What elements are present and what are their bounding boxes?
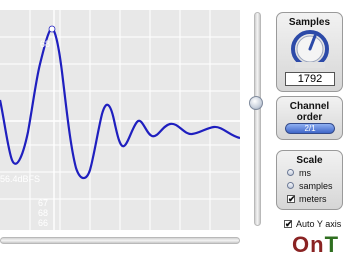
channel-order-title: Channel order	[289, 101, 330, 123]
level-label: 56.4dBFS	[0, 174, 40, 184]
logo-text-t: T	[324, 232, 340, 257]
channel-order-panel: Channel order 2/1	[276, 96, 343, 140]
waveform-svg: 68 56.4dBFS 67 68 66	[0, 10, 240, 230]
waveform-plot[interactable]: 68 56.4dBFS 67 68 66	[0, 10, 240, 230]
samples-title: Samples	[288, 17, 331, 28]
bottom-label-1: 67	[38, 198, 48, 208]
checkmark-meters-icon[interactable]: ✔	[287, 194, 296, 203]
auto-y-axis-toggle[interactable]: ✔ Auto Y axis	[284, 218, 341, 230]
logo-text-on: On	[292, 232, 325, 257]
scale-option-meters-label: meters	[299, 194, 327, 204]
auto-y-checkbox-icon[interactable]: ✔	[284, 219, 293, 228]
radio-samples-icon[interactable]	[287, 182, 294, 190]
samples-panel: Samples 1792	[276, 12, 343, 92]
scale-option-samples[interactable]: samples	[287, 180, 333, 192]
scale-title: Scale	[296, 155, 323, 166]
samples-value-field[interactable]: 1792	[285, 72, 335, 86]
channel-order-button[interactable]: 2/1	[285, 123, 335, 134]
radio-ms-icon[interactable]	[287, 169, 294, 177]
horizontal-scrollbar[interactable]	[0, 237, 240, 244]
vertical-slider-track[interactable]	[254, 12, 261, 226]
scale-option-meters[interactable]: ✔ meters	[287, 193, 327, 205]
grid	[0, 10, 240, 230]
auto-y-axis-label: Auto Y axis	[296, 219, 342, 229]
peak-marker[interactable]	[48, 25, 56, 33]
scale-option-ms[interactable]: ms	[287, 167, 311, 179]
bottom-label-2: 68	[38, 208, 48, 218]
peak-label-top: 68	[40, 39, 50, 49]
bottom-label-3: 66	[38, 218, 48, 228]
scale-option-ms-label: ms	[299, 168, 311, 178]
scale-panel: Scale ms samples ✔ meters	[276, 150, 343, 210]
scale-option-samples-label: samples	[299, 181, 333, 191]
vertical-slider-thumb[interactable]	[249, 96, 263, 110]
samples-dial-icon[interactable]	[290, 29, 330, 69]
ont-logo: OnT	[292, 233, 339, 257]
